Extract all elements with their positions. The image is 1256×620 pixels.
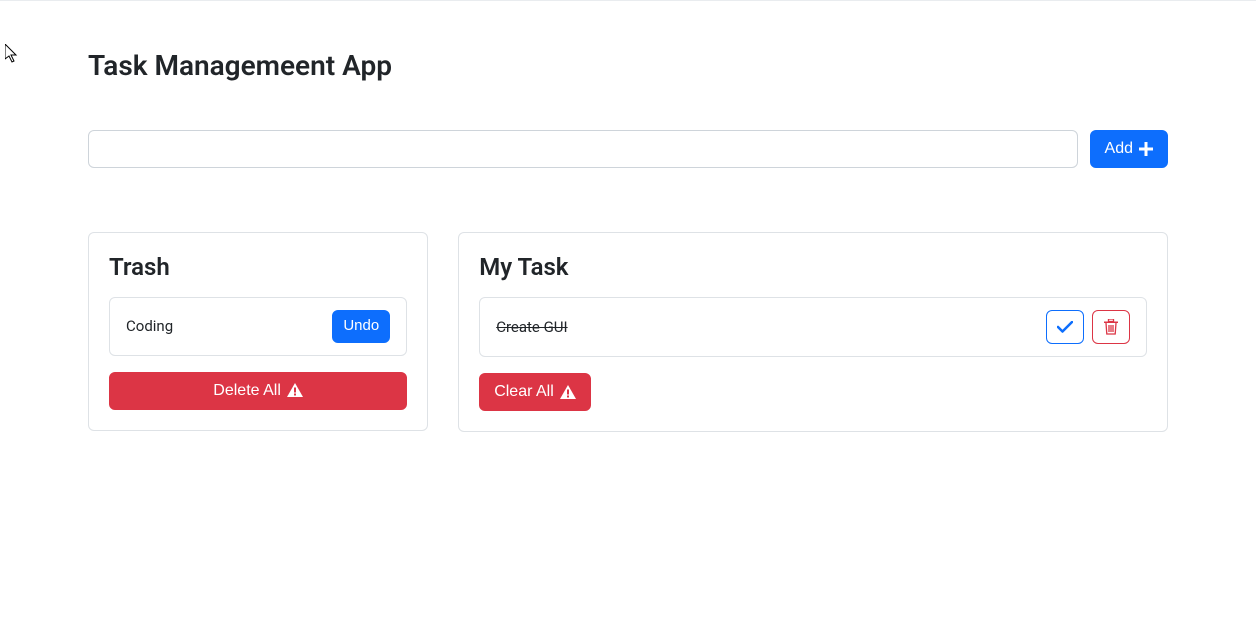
- clear-all-button[interactable]: Clear All: [479, 373, 591, 411]
- add-button[interactable]: Add: [1090, 130, 1168, 168]
- complete-button[interactable]: [1046, 310, 1084, 344]
- task-item: Create GUI: [479, 297, 1147, 357]
- add-task-row: Add: [88, 130, 1168, 168]
- trash-card: Trash Coding Undo Delete All: [88, 232, 428, 431]
- task-item-text: Create GUI: [496, 318, 567, 336]
- undo-button[interactable]: Undo: [332, 310, 390, 343]
- page-title: Task Managemeent App: [88, 49, 1168, 82]
- tasks-title: My Task: [479, 253, 1147, 281]
- clear-all-label: Clear All: [494, 380, 554, 404]
- delete-all-label: Delete All: [213, 379, 281, 403]
- task-input[interactable]: [88, 130, 1078, 168]
- trash-icon: [1104, 319, 1118, 335]
- check-icon: [1057, 321, 1073, 333]
- task-item-actions: [1046, 310, 1130, 344]
- warning-icon: [560, 385, 576, 400]
- delete-all-button[interactable]: Delete All: [109, 372, 407, 410]
- trash-title: Trash: [109, 253, 407, 281]
- cursor-icon: [5, 44, 21, 64]
- add-button-label: Add: [1105, 137, 1133, 161]
- plus-icon: [1139, 142, 1153, 156]
- delete-button[interactable]: [1092, 310, 1130, 344]
- trash-item: Coding Undo: [109, 297, 407, 356]
- tasks-card: My Task Create GUI: [458, 232, 1168, 432]
- warning-icon: [287, 383, 303, 398]
- trash-item-text: Coding: [126, 317, 173, 335]
